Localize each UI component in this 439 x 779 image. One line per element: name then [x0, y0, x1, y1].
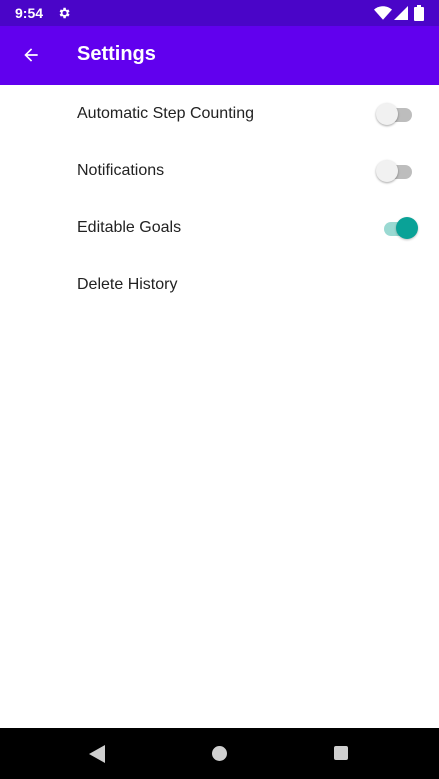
- setting-automatic-step-counting[interactable]: Automatic Step Counting: [0, 85, 439, 142]
- setting-label: Editable Goals: [77, 218, 182, 236]
- setting-delete-history[interactable]: Delete History: [0, 256, 439, 313]
- wifi-icon: [374, 6, 392, 20]
- status-time: 9:54: [15, 5, 44, 21]
- setting-notifications[interactable]: Notifications: [0, 142, 439, 199]
- signal-icon: [394, 6, 408, 20]
- toggle-thumb: [396, 217, 418, 239]
- editable-goals-toggle[interactable]: [376, 217, 420, 241]
- setting-label: Delete History: [77, 275, 178, 293]
- nav-recents-icon[interactable]: [334, 746, 348, 760]
- toggle-thumb: [376, 103, 398, 125]
- back-button[interactable]: [12, 36, 50, 74]
- app-bar: Settings: [0, 26, 439, 85]
- gear-icon: [59, 7, 70, 19]
- setting-label: Automatic Step Counting: [77, 104, 254, 122]
- nav-back-icon[interactable]: [89, 745, 105, 763]
- arrow-back-icon: [24, 48, 38, 62]
- status-bar: 9:54: [0, 0, 439, 26]
- setting-editable-goals[interactable]: Editable Goals: [0, 199, 439, 256]
- battery-icon: [414, 5, 424, 21]
- notifications-toggle[interactable]: [376, 160, 420, 184]
- toggle-thumb: [376, 160, 398, 182]
- automatic-step-counting-toggle[interactable]: [376, 103, 420, 127]
- nav-home-icon[interactable]: [212, 746, 227, 761]
- setting-label: Notifications: [77, 161, 165, 179]
- navigation-bar: [0, 728, 439, 779]
- page-title: Settings: [77, 43, 156, 65]
- settings-list: Automatic Step Counting Notifications Ed…: [0, 85, 439, 313]
